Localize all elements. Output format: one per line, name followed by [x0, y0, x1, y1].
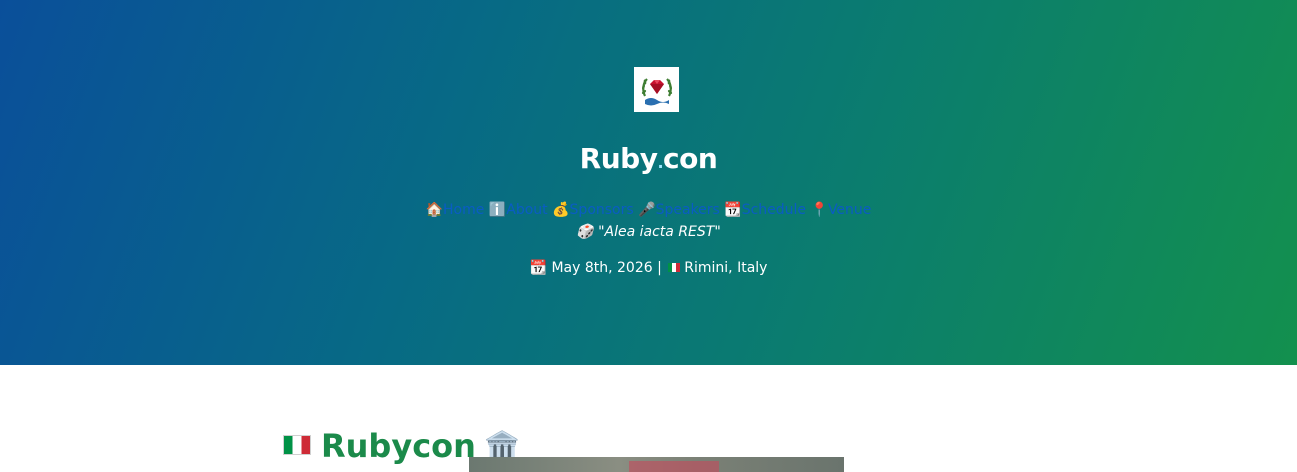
italy-flag-icon — [283, 434, 311, 455]
nav-link-sponsors[interactable]: Sponsors — [570, 202, 634, 218]
home-icon: 🏠 — [425, 202, 444, 218]
pin-icon: 📍 — [810, 202, 828, 218]
photo-detail — [629, 461, 719, 472]
tagline: 🎲 "Alea iacta REST" — [0, 221, 1297, 243]
info-icon: ℹ️ — [488, 202, 507, 218]
ruby-laurel-icon — [641, 77, 672, 105]
calendar-icon: 📆 — [724, 202, 742, 218]
money-bag-icon: 💰 — [552, 202, 570, 218]
calendar-icon: 📆 — [529, 260, 547, 276]
microphone-icon: 🎤 — [638, 202, 656, 218]
event-date: May 8th, 2026 — [551, 260, 653, 276]
nav-link-venue[interactable]: Venue — [828, 202, 871, 218]
nav-link-schedule[interactable]: Schedule — [742, 202, 806, 218]
site-logo[interactable] — [634, 67, 679, 112]
event-separator: | — [657, 260, 662, 276]
venue-photo — [469, 457, 844, 472]
italy-flag-icon — [668, 262, 681, 272]
tagline-text: "Alea iacta REST" — [598, 224, 721, 240]
hero-banner: Ruby.con 🏠Home ℹ️About 💰Sponsors 🎤Speake… — [0, 0, 1297, 365]
nav-link-home[interactable]: Home — [443, 202, 484, 218]
page-heading-text: Rubycon — [321, 426, 476, 465]
dice-icon: 🎲 — [576, 224, 594, 240]
event-location: Rimini, Italy — [684, 260, 768, 276]
site-title[interactable]: Ruby.con — [0, 139, 1297, 183]
site-title-main: Ruby — [579, 142, 658, 175]
site-title-suffix: con — [663, 142, 718, 175]
event-info: 📆 May 8th, 2026 | Rimini, Italy — [0, 257, 1297, 279]
nav-link-about[interactable]: About — [506, 202, 547, 218]
main-nav: 🏠Home ℹ️About 💰Sponsors 🎤Speakers 📆Sched… — [0, 199, 1297, 221]
nav-link-speakers[interactable]: Speakers — [656, 202, 720, 218]
